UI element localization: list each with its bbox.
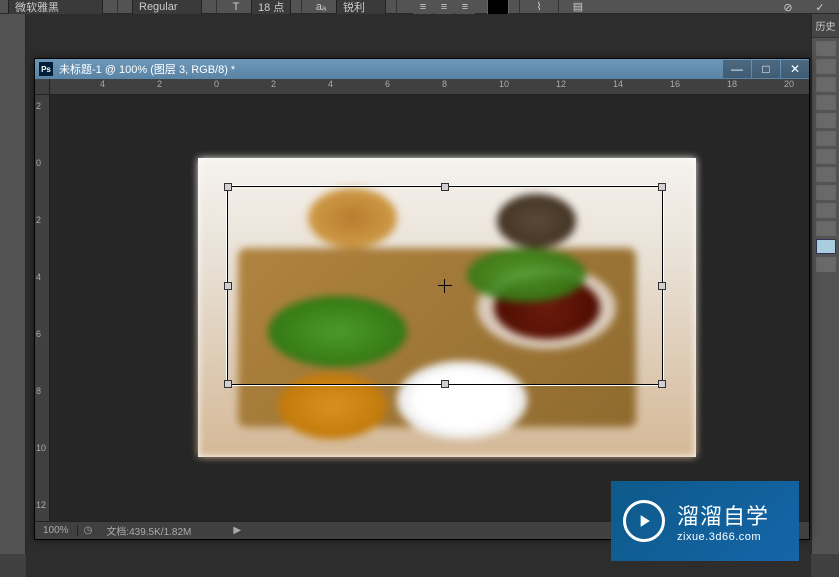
ruler-corner — [35, 79, 50, 95]
divider — [301, 0, 302, 15]
ruler-mark: 2 — [271, 79, 276, 89]
ps-icon: Ps — [39, 62, 53, 76]
history-panel-tab[interactable]: 历史 — [812, 14, 839, 38]
swatch-4[interactable] — [816, 95, 836, 110]
canvas[interactable] — [198, 158, 696, 457]
ruler-mark: 8 — [442, 79, 447, 89]
tools-panel — [0, 14, 26, 554]
options-bar: T aₐ ≡ ≡ ≡ ⌇ ▤ ⊘ ✓ — [0, 0, 839, 14]
swatch-3[interactable] — [816, 77, 836, 92]
doc-info: 文档:439.5K/1.82M — [98, 523, 199, 538]
ruler-mark: 10 — [36, 443, 46, 453]
info-icon[interactable]: ◷ — [78, 525, 99, 536]
play-circle-icon — [623, 500, 665, 542]
divider — [519, 0, 520, 15]
ruler-mark: 6 — [36, 329, 41, 339]
swatch-2[interactable] — [816, 59, 836, 74]
swatch-active[interactable] — [816, 239, 836, 254]
document-titlebar[interactable]: Ps 未标题-1 @ 100% (图层 3, RGB/8) * — □ ✕ — [35, 59, 809, 79]
swatch-10[interactable] — [816, 203, 836, 218]
vertical-ruler[interactable]: 2 0 2 4 6 8 10 12 — [35, 95, 50, 521]
document-title: 未标题-1 @ 100% (图层 3, RGB/8) * — [59, 61, 235, 77]
ruler-mark: 4 — [100, 79, 105, 89]
ruler-mark: 20 — [784, 79, 794, 89]
ruler-mark: 16 — [670, 79, 680, 89]
watermark-title: 溜溜自学 — [677, 499, 769, 531]
swatch-11[interactable] — [816, 221, 836, 236]
image-content — [198, 158, 696, 457]
swatch-5[interactable] — [816, 113, 836, 128]
maximize-button[interactable]: □ — [752, 60, 780, 78]
minimize-button[interactable]: — — [723, 60, 751, 78]
watermark-url: zixue.3d66.com — [677, 531, 769, 543]
text-color-swatch[interactable] — [487, 0, 509, 15]
ruler-mark: 12 — [36, 500, 46, 510]
swatch-9[interactable] — [816, 185, 836, 200]
swatch-6[interactable] — [816, 131, 836, 146]
canvas-area[interactable] — [50, 95, 809, 521]
ruler-mark: 2 — [36, 215, 41, 225]
ruler-mark: 2 — [157, 79, 162, 89]
ruler-mark: 4 — [36, 272, 41, 282]
right-panels: 历史 — [811, 14, 839, 554]
close-button[interactable]: ✕ — [781, 60, 809, 78]
divider — [558, 0, 559, 15]
swatch-1[interactable] — [816, 41, 836, 56]
doc-info-label: 文档: — [106, 527, 129, 538]
horizontal-ruler[interactable]: 4 2 0 2 4 6 8 10 12 14 16 18 20 — [50, 79, 809, 95]
doc-info-value: 439.5K/1.82M — [129, 527, 191, 538]
ruler-mark: 8 — [36, 386, 41, 396]
ruler-mark: 10 — [499, 79, 509, 89]
play-icon[interactable]: ▶ — [227, 525, 247, 536]
divider — [216, 0, 217, 15]
document-window: Ps 未标题-1 @ 100% (图层 3, RGB/8) * — □ ✕ 4 … — [34, 58, 810, 540]
ruler-mark: 6 — [385, 79, 390, 89]
ruler-mark: 0 — [214, 79, 219, 89]
ruler-mark: 4 — [328, 79, 333, 89]
ruler-mark: 0 — [36, 158, 41, 168]
swatch-8[interactable] — [816, 167, 836, 182]
swatch-12[interactable] — [816, 257, 836, 272]
ruler-mark: 14 — [613, 79, 623, 89]
zoom-level[interactable]: 100% — [35, 525, 78, 536]
divider — [117, 0, 118, 15]
divider — [396, 0, 397, 15]
watermark: 溜溜自学 zixue.3d66.com — [611, 481, 799, 561]
ruler-mark: 2 — [36, 101, 41, 111]
ruler-mark: 12 — [556, 79, 566, 89]
swatch-7[interactable] — [816, 149, 836, 164]
ruler-mark: 18 — [727, 79, 737, 89]
